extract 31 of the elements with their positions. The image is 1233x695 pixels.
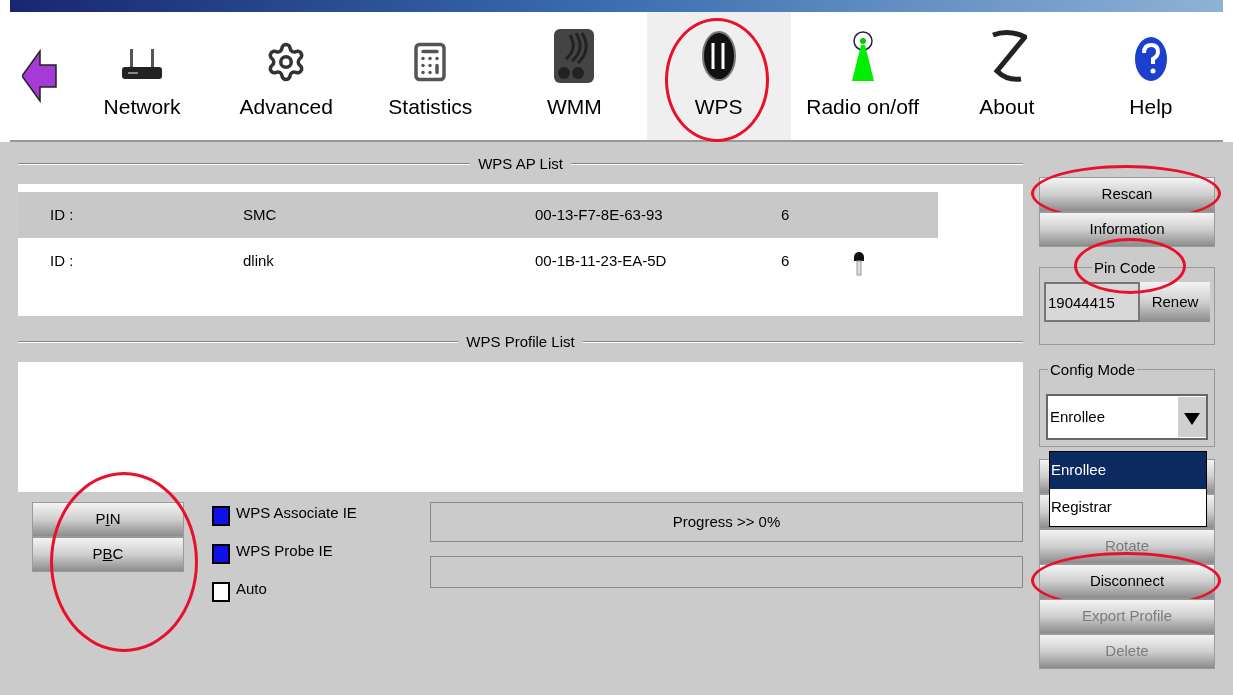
side-button[interactable]: Disconnect	[1039, 564, 1215, 599]
toolbar-tab[interactable]: WPS	[646, 12, 791, 140]
config-mode-select[interactable]: Enrollee	[1046, 394, 1208, 440]
mode-button[interactable]: PBC	[32, 537, 184, 572]
checkbox-label: WPS Probe IE	[236, 541, 333, 561]
progress-label: Progress >> 0%	[430, 502, 1023, 542]
renew-button[interactable]: Renew	[1140, 282, 1210, 322]
checkbox-label: Auto	[236, 579, 267, 599]
checkbox[interactable]	[212, 544, 230, 564]
table-cell-text: 00-13-F7-8E-63-93	[535, 204, 664, 225]
table-cell-text: ID :	[49, 250, 75, 271]
section-title: WPS AP List	[478, 153, 563, 174]
ap-row[interactable]: ID : SMC 00-13-F7-8E-63-93 6	[18, 192, 938, 238]
mode-button[interactable]: PIN	[32, 502, 184, 537]
pin-field[interactable]: 19044415	[1044, 282, 1140, 322]
checkbox[interactable]	[212, 506, 230, 526]
table-cell-text: 6	[781, 204, 791, 225]
qos-icon	[554, 28, 595, 83]
table-cell-text: ID :	[49, 204, 75, 225]
table-cell-text: SMC	[243, 204, 278, 225]
side-button[interactable]: Rescan	[1039, 177, 1215, 212]
side-button[interactable]: Information	[1039, 212, 1215, 247]
checkbox-label: WPS Associate IE	[236, 503, 357, 523]
help-icon	[1132, 34, 1169, 83]
table-cell-text: 6	[781, 250, 791, 271]
left-arrow-icon	[22, 49, 58, 103]
dropdown-option[interactable]: Enrollee	[1050, 452, 1206, 489]
checkbox[interactable]	[212, 582, 230, 602]
table-cell-text: 00-1B-11-23-EA-5D	[535, 250, 668, 271]
table-cell-text: dlink	[243, 250, 275, 271]
section-title: WPS Profile List	[466, 331, 575, 352]
